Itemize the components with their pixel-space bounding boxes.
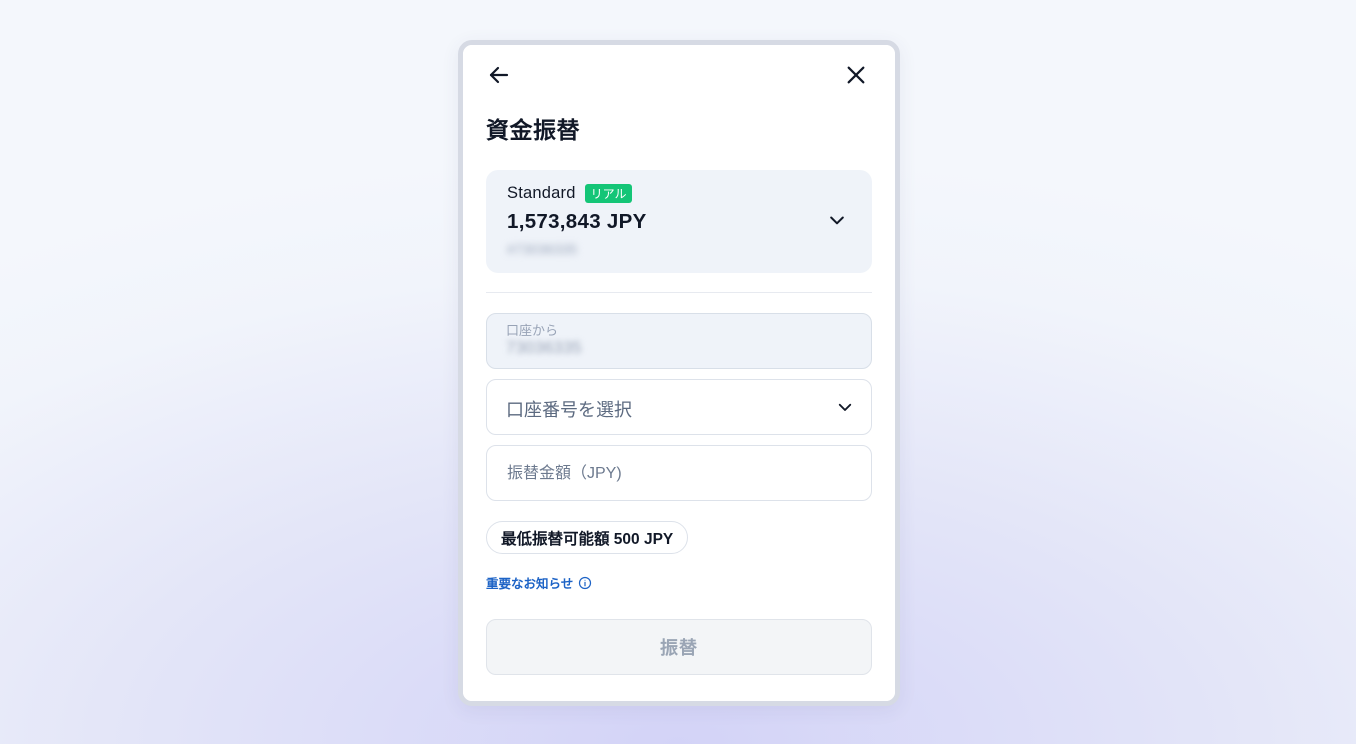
account-real-badge: リアル [584, 184, 633, 203]
destination-account-placeholder: 口座番号を選択 [506, 400, 632, 420]
dialog-title: 資金振替 [486, 117, 580, 143]
from-account-value: 73036335 [506, 338, 582, 357]
minimum-amount-chip: 最低振替可能額 500 JPY [486, 521, 689, 554]
chevron-down-icon [838, 403, 852, 411]
transfer-dialog: 資金振替 Standard リアル 1,573,843 JPY #7303633… [458, 40, 900, 706]
important-notice-link[interactable]: 重要なお知らせ [486, 573, 592, 592]
back-button[interactable] [484, 60, 514, 90]
section-divider [486, 292, 872, 293]
account-type: Standard [507, 184, 576, 202]
account-selector-chevron [824, 207, 850, 233]
close-button[interactable] [841, 60, 871, 90]
dialog-body: 資金振替 Standard リアル 1,573,843 JPY #7303633… [463, 45, 895, 701]
account-type-row: Standard リアル [507, 184, 633, 203]
transfer-submit-button[interactable]: 振替 [486, 619, 872, 675]
source-account-selector[interactable]: Standard リアル 1,573,843 JPY #73036335 [486, 170, 872, 273]
important-notice-label: 重要なお知らせ [486, 577, 574, 591]
amount-field [486, 445, 872, 501]
close-icon [847, 66, 865, 84]
account-balance: 1,573,843 JPY [507, 210, 647, 233]
from-account-label: 口座から [506, 323, 559, 338]
account-number: #73036335 [507, 241, 578, 257]
info-icon [578, 576, 592, 590]
destination-account-select[interactable]: 口座番号を選択 [486, 379, 872, 435]
chevron-down-icon [830, 216, 844, 225]
amount-input[interactable] [505, 458, 849, 490]
arrow-left-icon [489, 66, 509, 84]
from-account-field: 口座から 73036335 [486, 313, 872, 369]
destination-select-chevron [833, 395, 857, 419]
